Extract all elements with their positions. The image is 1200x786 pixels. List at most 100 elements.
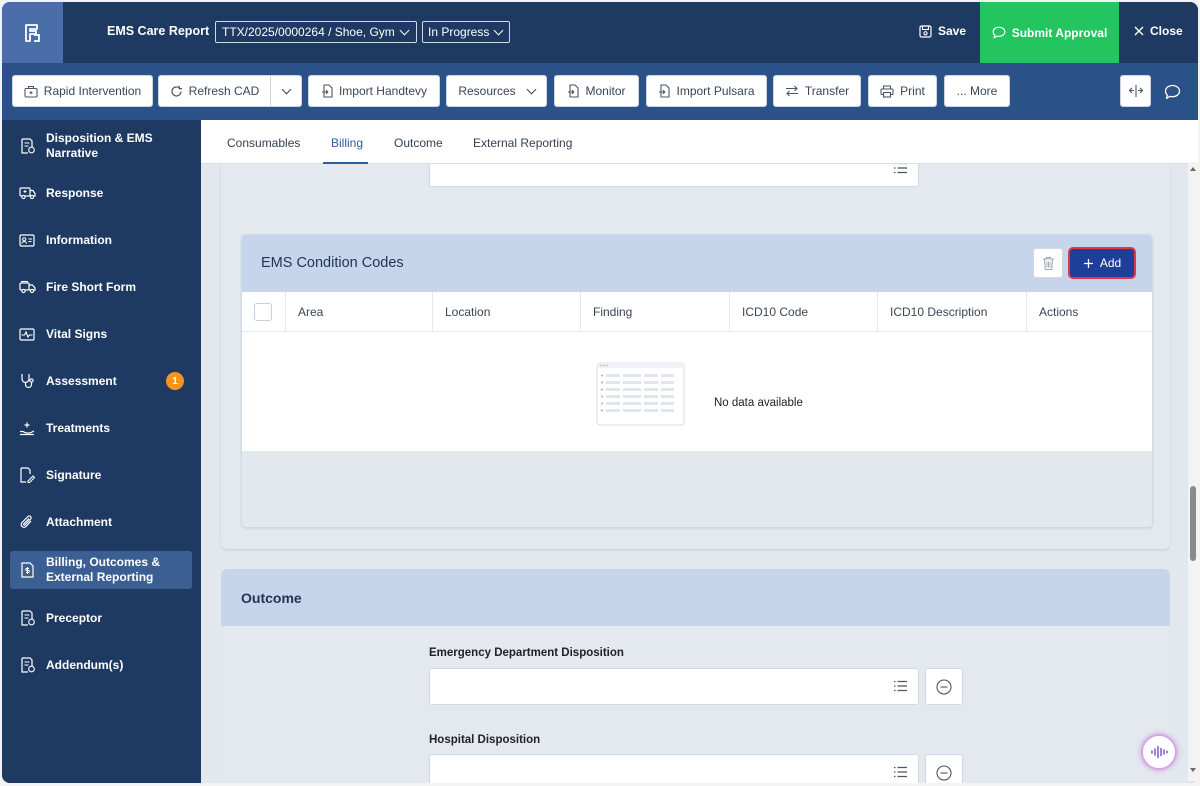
app-title: EMS Care Report: [107, 24, 210, 38]
logo-icon: [24, 23, 40, 42]
ems-condition-codes-panel: EMS Condition Codes Add Area Location Fi…: [241, 234, 1153, 528]
close-label: Close: [1150, 24, 1183, 38]
id-card-icon: [18, 231, 36, 249]
top-bar: EMS Care Report TTX/2025/0000264 / Shoe,…: [2, 2, 1198, 63]
section-tabs: Consumables Billing Outcome External Rep…: [201, 120, 1198, 164]
minus-circle-icon: [936, 678, 952, 695]
tab-consumables[interactable]: Consumables: [227, 136, 300, 150]
add-condition-code-button[interactable]: Add: [1068, 247, 1136, 279]
sidebar-item-treatments[interactable]: Treatments: [10, 410, 192, 446]
submit-approval-label: Submit Approval: [1011, 25, 1108, 40]
transfer-button[interactable]: Transfer: [773, 75, 861, 107]
sidebar-item-response[interactable]: Response: [10, 175, 192, 211]
save-icon: [919, 24, 932, 38]
empty-state-text: No data available: [714, 397, 803, 409]
chat-bubble-icon: [1164, 84, 1180, 100]
save-button[interactable]: Save: [919, 24, 966, 38]
app-window: EMS Care Report TTX/2025/0000264 / Shoe,…: [2, 2, 1198, 783]
main-scrollbar[interactable]: [1188, 162, 1198, 781]
rapid-intervention-label: Rapid Intervention: [43, 84, 142, 98]
import-pulsara-button[interactable]: Import Pulsara: [646, 75, 767, 107]
tab-billing[interactable]: Billing: [331, 136, 363, 150]
outcome-title: Outcome: [241, 590, 302, 606]
ed-disposition-field[interactable]: [429, 668, 919, 705]
app-logo[interactable]: [2, 2, 63, 63]
billing-section-card: EMS Condition Codes Add Area Location Fi…: [221, 150, 1170, 549]
monitor-label: Monitor: [585, 84, 626, 98]
sidebar-item-label: Attachment: [46, 514, 113, 529]
submit-approval-button[interactable]: Submit Approval: [980, 2, 1119, 63]
active-tab-indicator: [323, 162, 368, 164]
sidebar-item-fire-short-form[interactable]: Fire Short Form: [10, 269, 192, 305]
import-handtevy-label: Import Handtevy: [338, 84, 428, 98]
empty-table-icon: [596, 362, 685, 426]
refresh-cad-label: Refresh CAD: [188, 84, 260, 98]
refresh-cad-dropdown[interactable]: [270, 75, 302, 107]
select-all-checkbox[interactable]: [254, 303, 272, 321]
stethoscope-icon: [18, 372, 36, 390]
sidebar-item-billing[interactable]: Billing, Outcomes & External Reporting: [10, 551, 192, 589]
split-arrows-icon: [1128, 85, 1143, 97]
close-button[interactable]: Close: [1134, 24, 1183, 38]
transfer-arrows-icon: [785, 85, 798, 97]
chevron-down-icon: [399, 25, 410, 35]
print-label: Print: [900, 84, 925, 98]
column-header: Actions: [1026, 292, 1152, 332]
sidebar-item-label: Assessment: [46, 373, 117, 388]
ed-disposition-clear-button[interactable]: [925, 668, 963, 705]
sidebar-item-label: Signature: [46, 467, 102, 482]
column-header[interactable]: ICD10 Description: [877, 292, 1026, 332]
scroll-thumb[interactable]: [1190, 486, 1196, 561]
ems-condition-codes-title: EMS Condition Codes: [261, 255, 404, 271]
outcome-section-card: Outcome Emergency Department Disposition…: [221, 569, 1170, 783]
more-button[interactable]: ... More: [944, 75, 1010, 107]
layout-toggle-button[interactable]: [1120, 75, 1151, 107]
import-handtevy-button[interactable]: Import Handtevy: [308, 75, 440, 107]
sidebar-item-assessment[interactable]: Assessment 1: [10, 363, 192, 399]
delete-button[interactable]: [1033, 248, 1063, 278]
paperclip-icon: [18, 513, 36, 531]
sidebar-item-addendums[interactable]: Addendum(s): [10, 647, 192, 683]
status-select[interactable]: In Progress: [422, 21, 510, 43]
voice-assistant-button[interactable]: [1141, 734, 1177, 770]
rapid-intervention-button[interactable]: Rapid Intervention: [12, 75, 153, 107]
ems-condition-codes-header: EMS Condition Codes Add: [242, 235, 1152, 292]
sidebar-item-label: Vital Signs: [46, 326, 108, 341]
chat-button[interactable]: [1162, 82, 1182, 102]
condition-codes-table-body: No data available: [242, 332, 1152, 451]
file-import-icon: [321, 84, 333, 98]
monitor-button[interactable]: Monitor: [554, 75, 639, 107]
column-header[interactable]: Location: [432, 292, 580, 332]
scroll-down-arrow-icon[interactable]: [1189, 767, 1197, 773]
column-header[interactable]: Area: [285, 292, 432, 332]
assessment-count-badge: 1: [166, 372, 184, 390]
sidebar-item-vital-signs[interactable]: Vital Signs: [10, 316, 192, 352]
print-button[interactable]: Print: [868, 75, 937, 107]
tab-outcome[interactable]: Outcome: [394, 136, 443, 150]
sidebar-item-label: Disposition & EMS Narrative: [46, 131, 153, 160]
sidebar-item-signature[interactable]: Signature: [10, 457, 192, 493]
sidebar-item-information[interactable]: Information: [10, 222, 192, 258]
add-label: Add: [1099, 256, 1122, 270]
transfer-label: Transfer: [804, 84, 850, 98]
sidebar-item-preceptor[interactable]: Preceptor: [10, 600, 192, 636]
resources-dropdown[interactable]: Resources: [446, 75, 547, 107]
sidebar-item-attachment[interactable]: Attachment: [10, 504, 192, 540]
ambulance-icon: [18, 184, 36, 202]
file-import-icon: [659, 84, 671, 98]
sidebar-item-disposition[interactable]: Disposition & EMS Narrative: [10, 128, 192, 164]
column-header[interactable]: Finding: [580, 292, 729, 332]
scroll-up-arrow-icon[interactable]: [1189, 166, 1197, 172]
column-header[interactable]: ICD10 Code: [729, 292, 877, 332]
chat-bubble-icon: [992, 26, 1006, 39]
hospital-disposition-field[interactable]: [429, 754, 919, 783]
file-import-icon: [568, 84, 580, 98]
signature-pen-icon: [18, 466, 36, 484]
minus-circle-icon: [936, 764, 952, 781]
incident-select[interactable]: TTX/2025/0000264 / Shoe, Gym: [215, 21, 417, 43]
hospital-disposition-clear-button[interactable]: [925, 754, 963, 783]
invoice-dollar-icon: [18, 561, 36, 579]
sidebar-item-label: Billing, Outcomes & External Reporting: [46, 555, 161, 584]
refresh-cad-button[interactable]: Refresh CAD: [158, 75, 271, 107]
tab-external-reporting[interactable]: External Reporting: [473, 136, 572, 150]
